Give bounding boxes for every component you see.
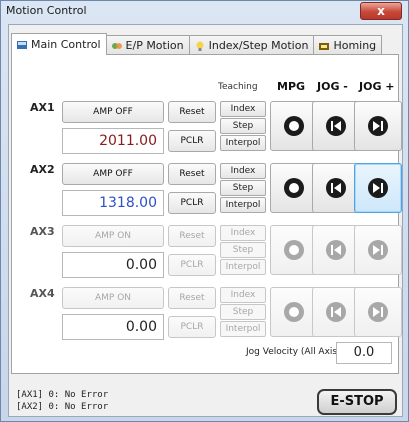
record-icon	[284, 178, 304, 198]
skip-back-icon	[326, 240, 346, 260]
record-icon	[284, 116, 304, 136]
ax1-interpol-button[interactable]: Interpol	[220, 135, 266, 151]
jog-velocity-input[interactable]: 0.0	[336, 342, 392, 364]
ax1-position-display: 2011.00	[62, 128, 164, 154]
title-bar: Motion Control	[1, 1, 408, 23]
jog-velocity-label: Jog Velocity (All Axis)	[246, 347, 341, 357]
ax4-pclr-button[interactable]: PCLR	[168, 316, 216, 338]
ax3-jog-plus-button[interactable]	[354, 225, 402, 275]
tab-homing[interactable]: Homing	[313, 35, 383, 55]
ax4-index-button[interactable]: Index	[220, 287, 266, 303]
ax1-index-button[interactable]: Index	[220, 101, 266, 117]
tab-label: Index/Step Motion	[208, 38, 309, 52]
ep-motion-icon	[111, 40, 123, 52]
ax1-jog-minus-button[interactable]	[312, 101, 360, 151]
skip-forward-icon	[368, 178, 388, 198]
estop-button[interactable]: E-STOP	[317, 389, 397, 415]
ax2-interpol-button[interactable]: Interpol	[220, 197, 266, 213]
record-icon	[284, 302, 304, 322]
motion-control-window: Motion Control x Main Control E/P Motion	[0, 0, 409, 422]
skip-back-icon	[326, 302, 346, 322]
ax3-teaching-stack: Index Step Interpol	[220, 225, 266, 276]
ax4-jog-plus-button[interactable]	[354, 287, 402, 337]
axis-label-ax3: AX3	[30, 225, 55, 238]
ax3-mpg-button[interactable]	[270, 225, 318, 275]
lightbulb-icon	[194, 40, 206, 52]
ax4-mpg-button[interactable]	[270, 287, 318, 337]
tab-label: Homing	[333, 38, 377, 52]
skip-back-icon	[326, 116, 346, 136]
axis-label-ax1: AX1	[30, 101, 55, 114]
ax3-interpol-button[interactable]: Interpol	[220, 259, 266, 275]
ax2-position-display: 1318.00	[62, 190, 164, 216]
tab-ep-motion[interactable]: E/P Motion	[105, 35, 190, 55]
ax4-position-display: 0.00	[62, 314, 164, 340]
ax4-amp-button[interactable]: AMP ON	[62, 287, 164, 309]
main-control-icon	[16, 39, 28, 51]
tab-label: E/P Motion	[125, 38, 184, 52]
ax4-jog-minus-button[interactable]	[312, 287, 360, 337]
ax2-index-button[interactable]: Index	[220, 163, 266, 179]
ax3-pclr-button[interactable]: PCLR	[168, 254, 216, 276]
ax4-teaching-stack: Index Step Interpol	[220, 287, 266, 338]
jog-minus-header: JOG -	[317, 80, 348, 93]
axis-label-ax4: AX4	[30, 287, 55, 300]
tab-bar: Main Control E/P Motion Index/Step Motio…	[11, 33, 383, 55]
ax1-jog-plus-button[interactable]	[354, 101, 402, 151]
teaching-header: Teaching	[218, 82, 258, 92]
tab-label: Main Control	[31, 37, 101, 51]
axis-label-ax2: AX2	[30, 163, 55, 176]
ax3-position-display: 0.00	[62, 252, 164, 278]
skip-forward-icon	[368, 240, 388, 260]
ax1-step-button[interactable]: Step	[220, 118, 266, 134]
ax2-reset-button[interactable]: Reset	[168, 163, 216, 185]
tab-index-step-motion[interactable]: Index/Step Motion	[188, 35, 315, 55]
main-control-panel: Teaching MPG JOG - JOG + AX1 AMP OFF Res…	[11, 54, 402, 374]
ax2-jog-minus-button[interactable]	[312, 163, 360, 213]
ax1-teaching-stack: Index Step Interpol	[220, 101, 266, 152]
close-button[interactable]: x	[360, 2, 402, 20]
status-line: [AX1] 0: No Error	[16, 390, 109, 400]
homing-icon	[318, 40, 330, 52]
mpg-header: MPG	[277, 80, 306, 93]
ax1-amp-button[interactable]: AMP OFF	[62, 101, 164, 123]
ax1-reset-button[interactable]: Reset	[168, 101, 216, 123]
client-area: Main Control E/P Motion Index/Step Motio…	[8, 24, 403, 417]
status-log: [AX1] 0: No Error [AX2] 0: No Error	[16, 389, 108, 413]
skip-back-icon	[326, 178, 346, 198]
ax4-reset-button[interactable]: Reset	[168, 287, 216, 309]
skip-forward-icon	[368, 116, 388, 136]
ax1-pclr-button[interactable]: PCLR	[168, 130, 216, 152]
window-title: Motion Control	[6, 4, 87, 17]
ax3-index-button[interactable]: Index	[220, 225, 266, 241]
ax3-reset-button[interactable]: Reset	[168, 225, 216, 247]
ax4-step-button[interactable]: Step	[220, 304, 266, 320]
tab-main-control[interactable]: Main Control	[11, 33, 107, 55]
jog-plus-header: JOG +	[359, 80, 395, 93]
ax3-step-button[interactable]: Step	[220, 242, 266, 258]
ax1-mpg-button[interactable]	[270, 101, 318, 151]
ax2-mpg-button[interactable]	[270, 163, 318, 213]
ax2-jog-plus-button[interactable]	[354, 163, 402, 213]
ax2-pclr-button[interactable]: PCLR	[168, 192, 216, 214]
ax4-interpol-button[interactable]: Interpol	[220, 321, 266, 337]
record-icon	[284, 240, 304, 260]
ax3-amp-button[interactable]: AMP ON	[62, 225, 164, 247]
status-line: [AX2] 0: No Error	[16, 402, 109, 412]
ax2-amp-button[interactable]: AMP OFF	[62, 163, 164, 185]
ax3-jog-minus-button[interactable]	[312, 225, 360, 275]
ax2-step-button[interactable]: Step	[220, 180, 266, 196]
ax2-teaching-stack: Index Step Interpol	[220, 163, 266, 214]
skip-forward-icon	[368, 302, 388, 322]
